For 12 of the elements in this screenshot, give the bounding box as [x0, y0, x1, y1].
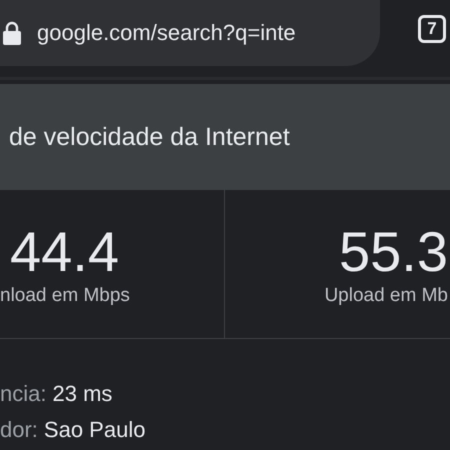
- speed-value: 55.3: [339, 221, 448, 283]
- speed-label: nload em Mbps: [0, 284, 130, 307]
- detail-value: 23 ms: [52, 381, 112, 407]
- speed-label: Upload em Mb: [324, 284, 448, 307]
- detail-value: Sao Paulo: [44, 417, 146, 443]
- header-title: de velocidade da Internet: [9, 122, 290, 152]
- detail-label: ncia:: [0, 381, 46, 407]
- detail-label: dor:: [0, 417, 38, 443]
- tab-count-button[interactable]: 7: [418, 15, 446, 43]
- url-text: google.com/search?q=inte: [37, 20, 296, 46]
- address-bar[interactable]: google.com/search?q=inte: [0, 0, 380, 66]
- speed-value: 44.4: [10, 221, 119, 283]
